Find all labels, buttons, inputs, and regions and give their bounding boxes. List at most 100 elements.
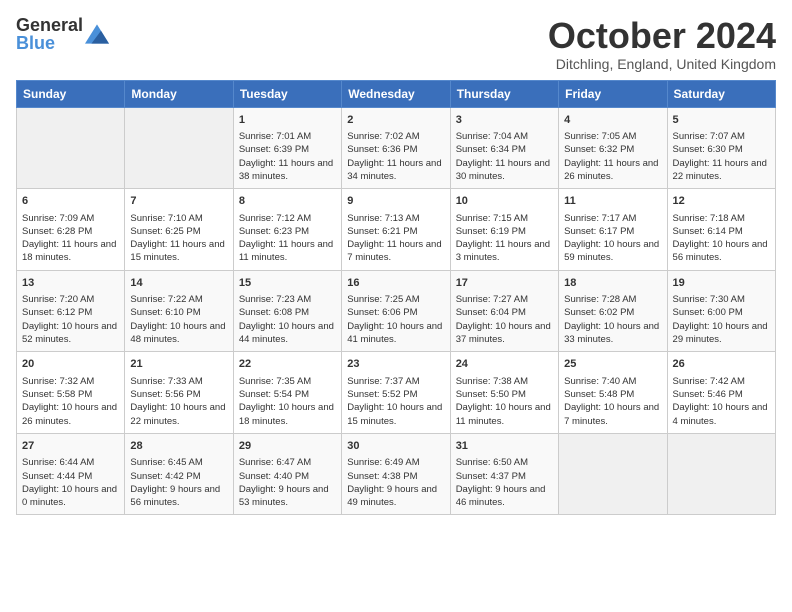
calendar-cell: 3Sunrise: 7:04 AMSunset: 6:34 PMDaylight… (450, 107, 558, 189)
logo-blue-text: Blue (16, 34, 83, 52)
calendar-cell (667, 433, 775, 515)
day-info-line: Sunset: 5:56 PM (130, 388, 227, 401)
day-number: 2 (347, 113, 444, 128)
day-info-line: Sunrise: 7:40 AM (564, 375, 661, 388)
day-number: 16 (347, 276, 444, 291)
day-number: 8 (239, 194, 336, 209)
calendar-cell: 8Sunrise: 7:12 AMSunset: 6:23 PMDaylight… (233, 189, 341, 271)
day-number: 4 (564, 113, 661, 128)
day-info-line: Daylight: 11 hours and 30 minutes. (456, 157, 553, 184)
day-info-line: Sunset: 6:06 PM (347, 306, 444, 319)
day-number: 7 (130, 194, 227, 209)
day-info-line: Sunset: 6:14 PM (673, 225, 770, 238)
day-info-line: Sunrise: 7:01 AM (239, 130, 336, 143)
calendar-cell: 19Sunrise: 7:30 AMSunset: 6:00 PMDayligh… (667, 270, 775, 352)
header-day-friday: Friday (559, 80, 667, 107)
day-info-line: Sunrise: 7:32 AM (22, 375, 119, 388)
day-info-line: Sunrise: 7:09 AM (22, 212, 119, 225)
day-number: 5 (673, 113, 770, 128)
day-number: 13 (22, 276, 119, 291)
day-info-line: Sunrise: 7:27 AM (456, 293, 553, 306)
calendar-cell: 4Sunrise: 7:05 AMSunset: 6:32 PMDaylight… (559, 107, 667, 189)
calendar-cell: 22Sunrise: 7:35 AMSunset: 5:54 PMDayligh… (233, 352, 341, 434)
day-info-line: Sunrise: 7:10 AM (130, 212, 227, 225)
day-number: 19 (673, 276, 770, 291)
day-info-line: Sunrise: 6:50 AM (456, 456, 553, 469)
day-info-line: Sunset: 6:17 PM (564, 225, 661, 238)
calendar-cell: 15Sunrise: 7:23 AMSunset: 6:08 PMDayligh… (233, 270, 341, 352)
day-info-line: Sunrise: 7:28 AM (564, 293, 661, 306)
location-subtitle: Ditchling, England, United Kingdom (548, 56, 776, 72)
day-info-line: Sunset: 4:42 PM (130, 470, 227, 483)
day-info-line: Daylight: 11 hours and 7 minutes. (347, 238, 444, 265)
day-info-line: Sunset: 6:30 PM (673, 143, 770, 156)
day-info-line: Sunset: 6:28 PM (22, 225, 119, 238)
day-info-line: Daylight: 9 hours and 56 minutes. (130, 483, 227, 510)
day-info-line: Sunset: 4:37 PM (456, 470, 553, 483)
day-info-line: Daylight: 11 hours and 15 minutes. (130, 238, 227, 265)
day-number: 29 (239, 439, 336, 454)
day-info-line: Daylight: 10 hours and 59 minutes. (564, 238, 661, 265)
day-number: 9 (347, 194, 444, 209)
day-info-line: Daylight: 11 hours and 38 minutes. (239, 157, 336, 184)
day-info-line: Daylight: 10 hours and 0 minutes. (22, 483, 119, 510)
day-number: 18 (564, 276, 661, 291)
day-info-line: Sunset: 6:12 PM (22, 306, 119, 319)
calendar-cell: 1Sunrise: 7:01 AMSunset: 6:39 PMDaylight… (233, 107, 341, 189)
day-info-line: Sunrise: 6:45 AM (130, 456, 227, 469)
calendar-cell: 23Sunrise: 7:37 AMSunset: 5:52 PMDayligh… (342, 352, 450, 434)
calendar-cell: 18Sunrise: 7:28 AMSunset: 6:02 PMDayligh… (559, 270, 667, 352)
day-info-line: Daylight: 9 hours and 49 minutes. (347, 483, 444, 510)
header-day-monday: Monday (125, 80, 233, 107)
calendar-cell: 13Sunrise: 7:20 AMSunset: 6:12 PMDayligh… (17, 270, 125, 352)
day-number: 6 (22, 194, 119, 209)
day-info-line: Sunset: 6:34 PM (456, 143, 553, 156)
month-title: October 2024 (548, 16, 776, 56)
day-info-line: Sunset: 6:23 PM (239, 225, 336, 238)
day-info-line: Daylight: 11 hours and 22 minutes. (673, 157, 770, 184)
header-day-wednesday: Wednesday (342, 80, 450, 107)
day-number: 26 (673, 357, 770, 372)
week-row-1: 1Sunrise: 7:01 AMSunset: 6:39 PMDaylight… (17, 107, 776, 189)
header-day-tuesday: Tuesday (233, 80, 341, 107)
day-info-line: Sunrise: 7:23 AM (239, 293, 336, 306)
day-number: 30 (347, 439, 444, 454)
day-info-line: Daylight: 10 hours and 48 minutes. (130, 320, 227, 347)
logo-general-text: General (16, 16, 83, 34)
calendar-cell: 27Sunrise: 6:44 AMSunset: 4:44 PMDayligh… (17, 433, 125, 515)
day-info-line: Sunset: 6:21 PM (347, 225, 444, 238)
day-info-line: Daylight: 10 hours and 26 minutes. (22, 401, 119, 428)
calendar-cell: 14Sunrise: 7:22 AMSunset: 6:10 PMDayligh… (125, 270, 233, 352)
day-info-line: Sunrise: 7:18 AM (673, 212, 770, 225)
day-info-line: Daylight: 10 hours and 52 minutes. (22, 320, 119, 347)
day-info-line: Sunrise: 6:47 AM (239, 456, 336, 469)
day-number: 14 (130, 276, 227, 291)
calendar-cell: 24Sunrise: 7:38 AMSunset: 5:50 PMDayligh… (450, 352, 558, 434)
day-number: 27 (22, 439, 119, 454)
day-info-line: Sunrise: 6:44 AM (22, 456, 119, 469)
day-info-line: Sunrise: 7:07 AM (673, 130, 770, 143)
day-number: 31 (456, 439, 553, 454)
day-info-line: Sunset: 6:04 PM (456, 306, 553, 319)
day-info-line: Sunrise: 7:35 AM (239, 375, 336, 388)
logo-icon (85, 24, 109, 44)
day-number: 21 (130, 357, 227, 372)
day-info-line: Daylight: 10 hours and 7 minutes. (564, 401, 661, 428)
day-number: 23 (347, 357, 444, 372)
day-info-line: Daylight: 11 hours and 11 minutes. (239, 238, 336, 265)
day-number: 11 (564, 194, 661, 209)
day-info-line: Daylight: 10 hours and 22 minutes. (130, 401, 227, 428)
day-info-line: Sunrise: 7:42 AM (673, 375, 770, 388)
day-info-line: Daylight: 10 hours and 4 minutes. (673, 401, 770, 428)
day-info-line: Sunset: 6:36 PM (347, 143, 444, 156)
calendar-cell: 20Sunrise: 7:32 AMSunset: 5:58 PMDayligh… (17, 352, 125, 434)
day-info-line: Sunset: 6:19 PM (456, 225, 553, 238)
day-number: 24 (456, 357, 553, 372)
calendar-cell: 26Sunrise: 7:42 AMSunset: 5:46 PMDayligh… (667, 352, 775, 434)
day-info-line: Daylight: 11 hours and 34 minutes. (347, 157, 444, 184)
week-row-4: 20Sunrise: 7:32 AMSunset: 5:58 PMDayligh… (17, 352, 776, 434)
day-number: 25 (564, 357, 661, 372)
calendar-cell: 17Sunrise: 7:27 AMSunset: 6:04 PMDayligh… (450, 270, 558, 352)
logo: General Blue (16, 16, 109, 52)
day-info-line: Sunset: 6:00 PM (673, 306, 770, 319)
